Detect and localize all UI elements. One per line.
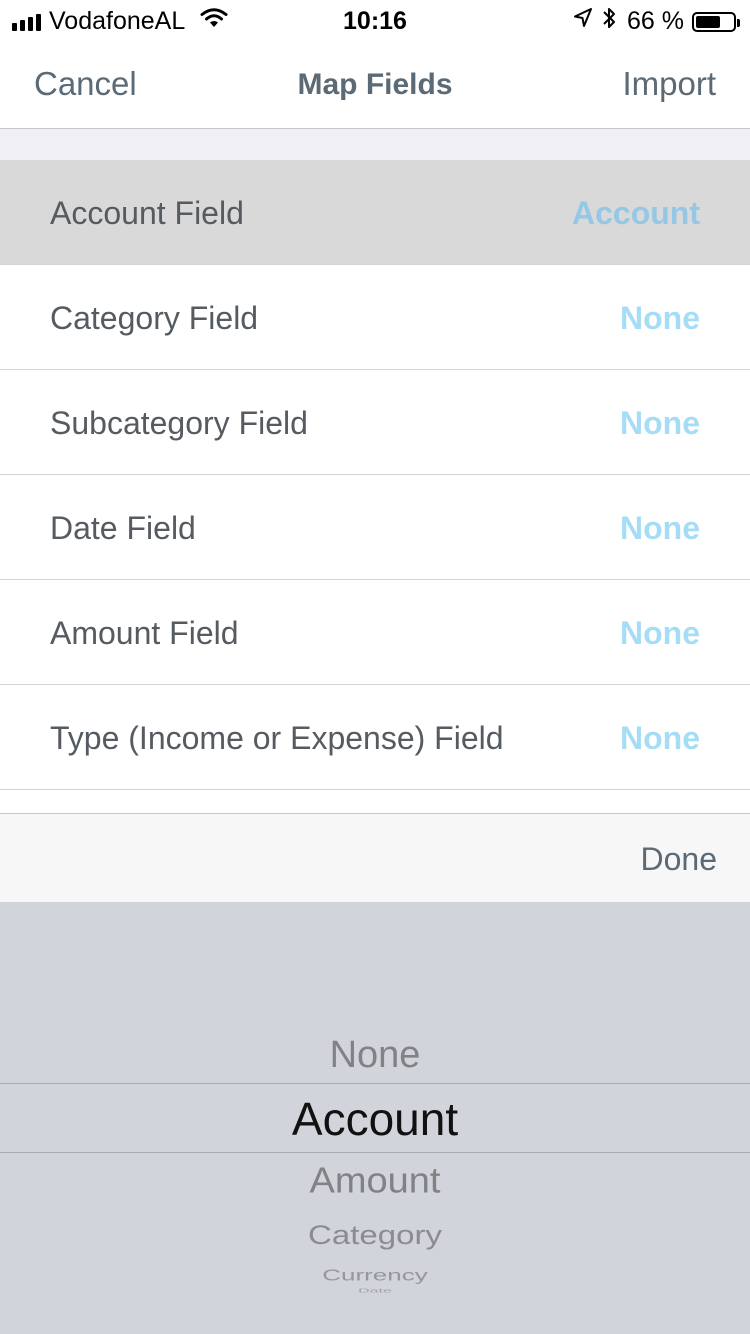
location-arrow-icon [573, 7, 593, 36]
field-picker[interactable]: None Account Amount Category Currency Da… [0, 902, 750, 1334]
field-row-category[interactable]: Category Field None [0, 265, 750, 370]
status-bar: VodafoneAL 10:16 66 % [0, 0, 750, 40]
bluetooth-icon [601, 6, 617, 37]
field-label: Type (Income or Expense) Field [50, 720, 504, 756]
field-label: Category Field [50, 300, 259, 336]
battery-percent: 66 % [627, 7, 684, 35]
field-row-amount[interactable]: Amount Field None [0, 580, 750, 685]
battery-level [696, 15, 720, 28]
field-value: None [620, 300, 700, 336]
field-row-subcategory[interactable]: Subcategory Field None [0, 370, 750, 475]
navigation-bar: Cancel Map Fields Import [0, 40, 750, 129]
picker-option-category[interactable]: Category [0, 1219, 750, 1250]
field-label: Account Field [50, 195, 244, 231]
picker-selection-bottom-line [0, 1152, 750, 1153]
field-label: Amount Field [50, 615, 239, 651]
picker-option-currency[interactable]: Currency [0, 1266, 750, 1285]
section-gap [0, 129, 750, 160]
field-label: Date Field [50, 510, 196, 546]
field-value: None [620, 510, 700, 546]
done-button[interactable]: Done [641, 841, 718, 878]
picker-option-none[interactable]: None [0, 1034, 750, 1077]
field-value: None [620, 615, 700, 651]
picker-option-account[interactable]: Account [0, 1092, 750, 1146]
field-row-date[interactable]: Date Field None [0, 475, 750, 580]
picker-selection-top-line [0, 1083, 750, 1084]
status-right: 66 % [573, 6, 740, 37]
field-value: Account [572, 195, 700, 231]
picker-option-date[interactable]: Date [0, 1288, 750, 1294]
field-value: None [620, 720, 700, 756]
field-row-type[interactable]: Type (Income or Expense) Field None [0, 685, 750, 790]
battery-icon [692, 11, 740, 32]
field-label: Subcategory Field [50, 405, 308, 441]
import-button[interactable]: Import [622, 65, 716, 103]
field-list: Account Field Account Category Field Non… [0, 160, 750, 790]
field-value: None [620, 405, 700, 441]
picker-option-amount[interactable]: Amount [0, 1161, 750, 1202]
field-row-account[interactable]: Account Field Account [0, 160, 750, 265]
picker-toolbar: Done [0, 813, 750, 903]
